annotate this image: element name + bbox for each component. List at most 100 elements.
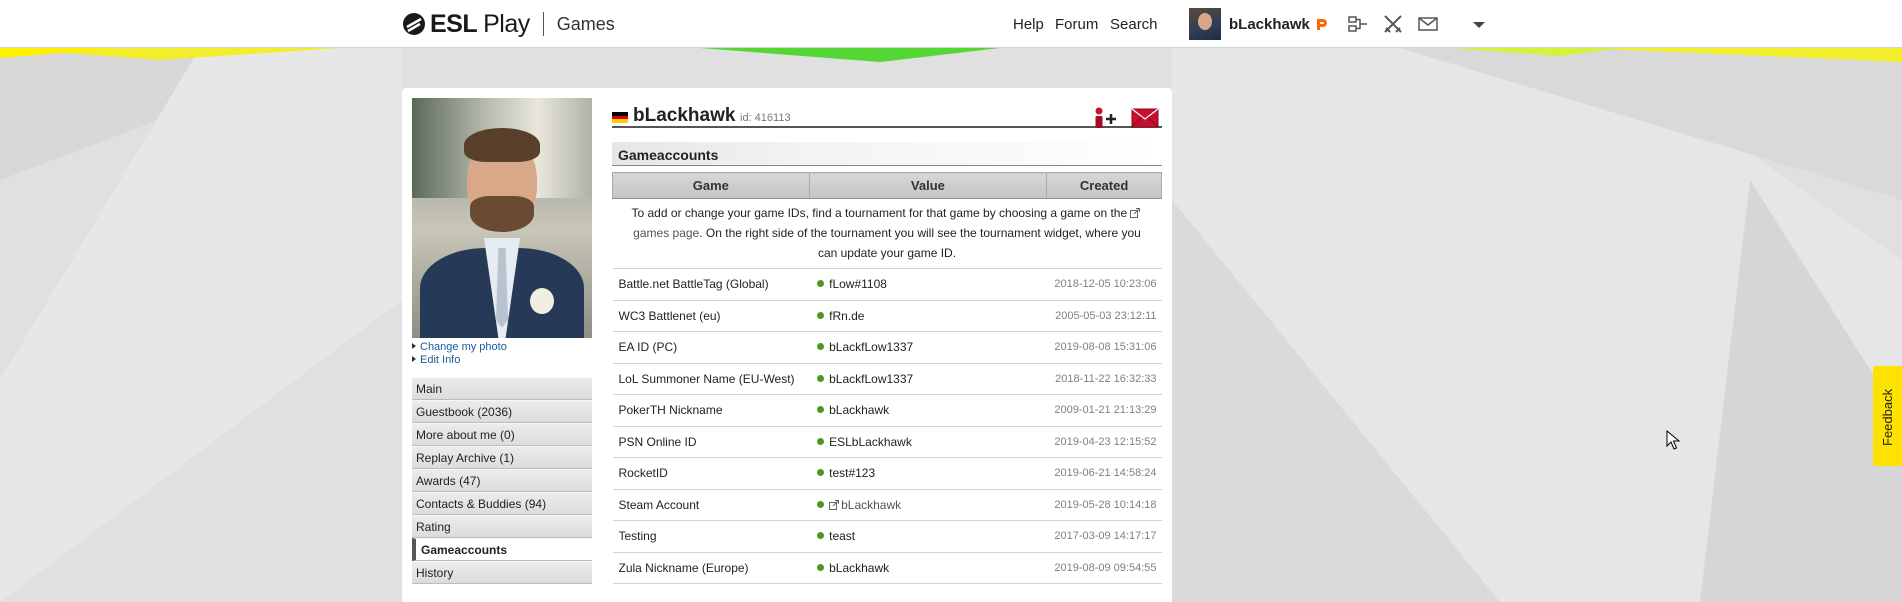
table-row: EA ID (PC) bLackfLow1337 2019-08-08 15:3… xyxy=(612,331,1162,364)
profile-menu: Main Guestbook (2036) More about me (0) … xyxy=(412,377,592,584)
status-dot-icon xyxy=(817,500,825,508)
value-cell: bLackfLow1337 xyxy=(809,363,1047,395)
game-cell: PokerTH Nickname xyxy=(612,394,810,427)
game-cell: Zula Nickname (Europe) xyxy=(612,552,810,584)
germany-flag-icon xyxy=(612,112,628,124)
section-label[interactable]: Games xyxy=(557,14,615,35)
value-cell: bLackfLow1337 xyxy=(809,331,1047,364)
nav-search-link[interactable]: Search xyxy=(1110,16,1158,33)
user-id: id: 416113 xyxy=(740,112,791,124)
game-cell: EA ID (PC) xyxy=(612,331,810,364)
created-cell: 2019-04-23 12:15:52 xyxy=(1046,426,1162,458)
top-navigation-bar: ESL Play Games Help Forum Search bLackha… xyxy=(0,0,1902,48)
nav-help-link[interactable]: Help xyxy=(1013,16,1044,33)
value-cell: ESLbLackhawk xyxy=(809,426,1047,458)
value-cell: bLackhawk xyxy=(809,552,1047,584)
send-message-icon[interactable] xyxy=(1131,108,1159,128)
status-dot-icon xyxy=(817,469,825,477)
created-cell: 2019-08-09 09:54:55 xyxy=(1046,552,1162,584)
game-cell: WC3 Battlenet (eu) xyxy=(612,300,810,332)
created-cell: 2017-03-09 14:17:17 xyxy=(1046,520,1162,553)
menu-item-more-about-me[interactable]: More about me (0) xyxy=(412,423,592,446)
value-cell: teast xyxy=(809,520,1047,553)
profile-photo xyxy=(412,98,592,338)
game-cell: Battle.net BattleTag (Global) xyxy=(612,268,810,301)
value-cell: fRn.de xyxy=(809,300,1047,332)
add-buddy-icon[interactable] xyxy=(1092,106,1118,130)
esl-play-logo[interactable]: ESL Play Games xyxy=(402,10,615,38)
menu-item-main[interactable]: Main xyxy=(412,377,592,400)
logo-text: ESL Play xyxy=(430,9,530,38)
menu-item-rating[interactable]: Rating xyxy=(412,515,592,538)
game-cell: Steam Account xyxy=(612,489,810,521)
status-dot-icon xyxy=(817,406,825,414)
feedback-label: Feedback xyxy=(1880,388,1895,446)
game-cell: RocketID xyxy=(612,457,810,490)
profile-panel: Change my photo Edit Info Main Guestbook… xyxy=(402,88,1172,602)
bracket-icon[interactable] xyxy=(1348,15,1368,33)
created-cell: 2018-12-05 10:23:06 xyxy=(1046,268,1162,301)
table-row: RocketID test#123 2019-06-21 14:58:24 xyxy=(612,457,1162,490)
chevron-down-icon[interactable] xyxy=(1473,22,1485,28)
page-title: bLackhawk xyxy=(633,105,736,126)
section-title: Gameaccounts xyxy=(618,147,719,163)
column-header-game[interactable]: Game xyxy=(612,172,810,199)
menu-item-history[interactable]: History xyxy=(412,561,592,584)
created-cell: 2019-05-28 10:14:18 xyxy=(1046,489,1162,521)
mouse-cursor-icon xyxy=(1666,430,1680,450)
external-link-icon xyxy=(829,499,840,510)
table-row: Battle.net BattleTag (Global) fLow#1108 … xyxy=(612,268,1162,301)
gameaccounts-section-header: Gameaccounts xyxy=(612,142,1162,166)
change-photo-link[interactable]: Change my photo xyxy=(412,341,507,354)
value-cell: fLow#1108 xyxy=(809,268,1047,301)
gameaccounts-table: Game Value Created To add or change your… xyxy=(612,172,1162,584)
table-row: WC3 Battlenet (eu) fRn.de 2005-05-03 23:… xyxy=(612,300,1162,332)
game-cell: PSN Online ID xyxy=(612,426,810,458)
user-menu[interactable]: bLackhawk xyxy=(1189,8,1327,40)
status-dot-icon xyxy=(817,563,825,571)
menu-item-contacts[interactable]: Contacts & Buddies (94) xyxy=(412,492,592,515)
menu-item-gameaccounts[interactable]: Gameaccounts xyxy=(412,538,592,561)
profile-title-row: bLackhawk id: 416113 xyxy=(612,98,1162,128)
profile-links: Change my photo Edit Info xyxy=(412,341,507,367)
logo-separator xyxy=(542,12,544,36)
gameaccounts-info-note: To add or change your game IDs, find a t… xyxy=(612,198,1162,269)
menu-item-awards[interactable]: Awards (47) xyxy=(412,469,592,492)
table-row: LoL Summoner Name (EU-West) bLackfLow133… xyxy=(612,363,1162,395)
steam-profile-link[interactable]: bLackhawk xyxy=(829,498,901,512)
table-row: PokerTH Nickname bLackhawk 2009-01-21 21… xyxy=(612,394,1162,427)
created-cell: 2005-05-03 23:12:11 xyxy=(1046,300,1162,332)
external-link-icon xyxy=(1130,208,1141,218)
table-row: PSN Online ID ESLbLackhawk 2019-04-23 12… xyxy=(612,426,1162,458)
created-cell: 2009-01-21 21:13:29 xyxy=(1046,394,1162,427)
esl-logo-icon xyxy=(403,13,425,35)
menu-item-replay-archive[interactable]: Replay Archive (1) xyxy=(412,446,592,469)
created-cell: 2019-06-21 14:58:24 xyxy=(1046,457,1162,490)
value-cell: bLackhawk xyxy=(809,489,1047,521)
status-dot-icon xyxy=(817,374,825,382)
table-row: Testing teast 2017-03-09 14:17:17 xyxy=(612,520,1162,553)
value-cell: bLackhawk xyxy=(809,394,1047,427)
edit-info-link[interactable]: Edit Info xyxy=(412,354,507,367)
premium-badge-icon xyxy=(1316,18,1327,30)
menu-item-guestbook[interactable]: Guestbook (2036) xyxy=(412,400,592,423)
feedback-button[interactable]: Feedback xyxy=(1873,366,1902,466)
game-cell: LoL Summoner Name (EU-West) xyxy=(612,363,810,395)
created-cell: 2018-11-22 16:32:33 xyxy=(1046,363,1162,395)
envelope-icon[interactable] xyxy=(1418,15,1438,33)
column-header-created[interactable]: Created xyxy=(1046,172,1162,199)
table-row: Zula Nickname (Europe) bLackhawk 2019-08… xyxy=(612,552,1162,584)
status-dot-icon xyxy=(817,437,825,445)
avatar[interactable] xyxy=(1189,8,1221,40)
header-username[interactable]: bLackhawk xyxy=(1229,16,1310,33)
status-dot-icon xyxy=(817,280,825,288)
created-cell: 2019-08-08 15:31:06 xyxy=(1046,331,1162,364)
status-dot-icon xyxy=(817,532,825,540)
status-dot-icon xyxy=(817,311,825,319)
crossed-swords-icon[interactable] xyxy=(1383,15,1403,33)
nav-forum-link[interactable]: Forum xyxy=(1055,16,1098,33)
game-cell: Testing xyxy=(612,520,810,553)
value-cell: test#123 xyxy=(809,457,1047,490)
table-row: Steam Account bLackhawk 2019-05-28 10:14… xyxy=(612,489,1162,521)
column-header-value[interactable]: Value xyxy=(808,172,1048,199)
